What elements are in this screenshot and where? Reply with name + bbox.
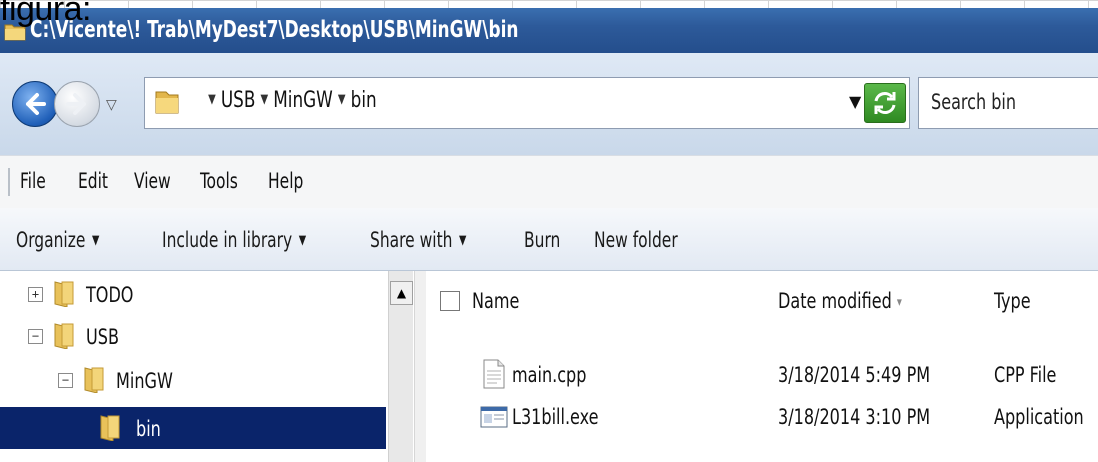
tree-label: USB	[86, 325, 119, 349]
tree-label: MinGW	[116, 369, 173, 393]
menu-tools[interactable]: Tools	[200, 169, 238, 193]
breadcrumb-usb[interactable]: USB	[221, 88, 256, 113]
column-date-label: Date modified ▾	[778, 289, 902, 313]
search-placeholder: Search bin	[931, 90, 1017, 114]
tree-item-bin[interactable]: bin	[0, 407, 386, 449]
collapse-icon[interactable]: −	[58, 373, 73, 388]
chevron-down-icon[interactable]: ▼	[260, 92, 268, 107]
column-header-name[interactable]: Name	[426, 271, 771, 333]
tree-label: TODO	[86, 283, 134, 307]
chevron-down-icon: ▼	[91, 233, 100, 248]
file-row[interactable]: L31bill.exe 3/18/2014 3:10 PM Applicatio…	[426, 395, 1098, 439]
nav-scrollbar[interactable]: ▲	[388, 271, 413, 462]
command-bar: Organize ▼ Include in library ▼ Share with…	[0, 208, 1098, 271]
breadcrumb-bin[interactable]: bin	[351, 88, 377, 113]
column-header-date[interactable]: Date modified ▾	[770, 271, 985, 333]
new-folder-button[interactable]: New folder	[594, 228, 678, 252]
file-date: 3/18/2014 3:10 PM	[778, 405, 931, 429]
folder-icon	[54, 323, 74, 349]
back-button[interactable]	[12, 81, 58, 127]
column-date-text: Date modified	[778, 289, 892, 313]
navigation-bar: ▽ ▼ USB ▼ MinGW ▼ bin ▼ Search bin	[0, 53, 1098, 155]
navigation-pane: + TODO − USB − MinGW bin	[0, 271, 414, 462]
arrow-right-icon	[66, 93, 86, 115]
tree-item-todo[interactable]: + TODO	[0, 273, 414, 315]
file-row[interactable]: main.cpp 3/18/2014 5:49 PM CPP File	[426, 353, 1098, 397]
expand-icon[interactable]: +	[28, 287, 43, 302]
refresh-button[interactable]	[864, 83, 906, 123]
sort-arrow-icon: ▾	[896, 295, 902, 310]
folder-icon	[84, 367, 104, 393]
file-date: 3/18/2014 5:49 PM	[778, 363, 931, 387]
burn-button[interactable]: Burn	[524, 228, 560, 252]
file-type: Application	[994, 405, 1084, 429]
arrow-left-icon	[26, 93, 46, 115]
menu-bar: File Edit View Tools Help	[0, 155, 1098, 209]
share-with-label: Share with	[370, 228, 453, 252]
menu-view[interactable]: View	[134, 169, 171, 193]
chevron-down-icon: ▼	[459, 233, 467, 248]
column-type-label: Type	[994, 289, 1031, 313]
folder-icon	[54, 281, 74, 307]
include-in-library-button[interactable]: Include in library ▼	[162, 228, 306, 252]
menu-edit[interactable]: Edit	[78, 169, 108, 193]
collapse-icon[interactable]: −	[28, 329, 43, 344]
column-name-label: Name	[472, 289, 520, 313]
text-file-icon	[483, 359, 505, 389]
file-name: L31bill.exe	[512, 405, 599, 429]
include-in-library-label: Include in library	[162, 228, 293, 252]
tree-label: bin	[136, 417, 161, 441]
exe-file-icon	[480, 406, 508, 428]
column-header-type[interactable]: Type	[984, 271, 1098, 333]
share-with-button[interactable]: Share with ▼	[370, 228, 466, 252]
file-name: main.cpp	[512, 363, 587, 387]
window-title: C:\Vicente\! Trab\MyDest7\Desktop\USB\Mi…	[30, 17, 519, 43]
address-bar[interactable]: ▼ USB ▼ MinGW ▼ bin ▼	[144, 77, 910, 129]
tree-item-mingw[interactable]: − MinGW	[0, 359, 414, 401]
menu-help[interactable]: Help	[268, 169, 303, 193]
file-list: Name Date modified ▾ Type main.cpp 3/18/2…	[426, 271, 1098, 462]
select-all-checkbox[interactable]	[440, 291, 460, 311]
chevron-down-icon: ▼	[298, 233, 307, 248]
breadcrumb: ▼ USB ▼ MinGW ▼ bin	[203, 88, 377, 113]
organize-button[interactable]: Organize ▼	[16, 228, 99, 252]
explorer-window: C:\Vicente\! Trab\MyDest7\Desktop\USB\Mi…	[0, 8, 1098, 462]
chevron-down-icon[interactable]: ▼	[338, 92, 346, 107]
caption-text: figura:	[0, 0, 92, 28]
chevron-down-icon[interactable]: ▼	[208, 92, 216, 107]
organize-label: Organize	[16, 228, 86, 252]
tree-item-usb[interactable]: − USB	[0, 315, 414, 357]
recent-pages-dropdown[interactable]: ▽	[106, 97, 117, 113]
title-bar[interactable]: C:\Vicente\! Trab\MyDest7\Desktop\USB\Mi…	[0, 8, 1098, 53]
folder-icon	[100, 415, 120, 441]
refresh-icon	[874, 92, 896, 114]
address-dropdown-icon[interactable]: ▼	[849, 92, 861, 111]
forward-button[interactable]	[54, 81, 100, 127]
scroll-up-icon[interactable]: ▲	[390, 281, 413, 305]
breadcrumb-mingw[interactable]: MinGW	[273, 88, 333, 113]
search-input[interactable]: Search bin	[918, 77, 1098, 129]
menu-file[interactable]: File	[20, 169, 46, 193]
folder-icon	[155, 91, 179, 114]
file-type: CPP File	[994, 363, 1057, 387]
menu-grip	[8, 168, 10, 196]
